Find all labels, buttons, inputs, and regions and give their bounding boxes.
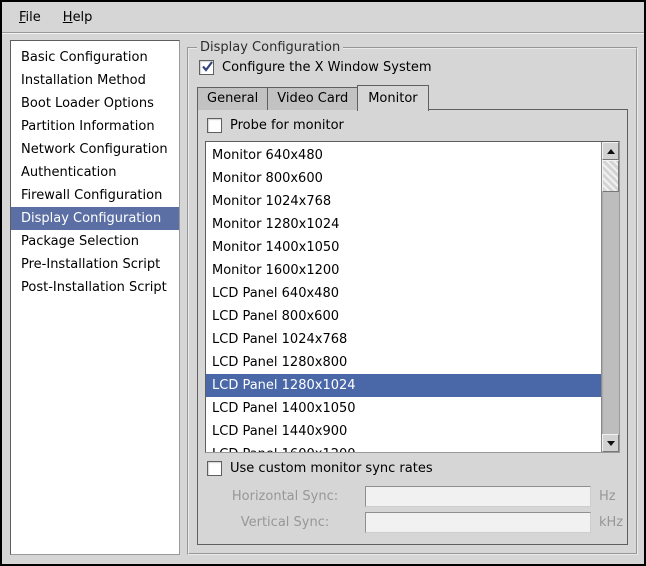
menubar: File Help [2, 2, 644, 33]
sidebar-item[interactable]: Package Selection [11, 230, 179, 253]
monitor-list-item[interactable]: LCD Panel 1600x1200 [206, 443, 601, 452]
sidebar-item[interactable]: Network Configuration [11, 138, 179, 161]
monitor-list-item[interactable]: LCD Panel 640x480 [206, 282, 601, 305]
monitor-list-item[interactable]: Monitor 1024x768 [206, 190, 601, 213]
monitor-list-item[interactable]: Monitor 1600x1200 [206, 259, 601, 282]
sidebar-item[interactable]: Installation Method [11, 69, 179, 92]
scroll-down-button[interactable] [602, 434, 619, 452]
probe-for-monitor-checkbox[interactable] [207, 118, 222, 133]
probe-for-monitor-row[interactable]: Probe for monitor [207, 118, 620, 133]
monitor-listbox: Monitor 640x480Monitor 800x600Monitor 10… [205, 141, 620, 453]
sidebar-item[interactable]: Post-Installation Script [11, 276, 179, 299]
horizontal-sync-row: Horizontal Sync: Hz [205, 484, 620, 508]
display-configuration-frame: Display Configuration Configure the X Wi… [187, 40, 638, 555]
monitor-list-item[interactable]: LCD Panel 1280x1024 [206, 374, 601, 397]
custom-sync-checkbox[interactable] [207, 461, 222, 476]
custom-sync-row[interactable]: Use custom monitor sync rates [207, 461, 620, 476]
monitor-list-item[interactable]: Monitor 1400x1050 [206, 236, 601, 259]
vertical-sync-unit: kHz [599, 515, 623, 530]
vertical-scrollbar[interactable] [601, 142, 619, 452]
monitor-list-item[interactable]: LCD Panel 1400x1050 [206, 397, 601, 420]
menu-item[interactable]: Help [56, 7, 100, 28]
monitor-list-item[interactable]: LCD Panel 1440x900 [206, 420, 601, 443]
monitor-list: Monitor 640x480Monitor 800x600Monitor 10… [206, 142, 601, 452]
configure-x-checkbox[interactable] [199, 60, 214, 75]
tab-bar: General Video Card Monitor [197, 85, 628, 110]
horizontal-sync-unit: Hz [599, 489, 616, 504]
sidebar-item[interactable]: Basic Configuration [11, 46, 179, 69]
monitor-list-item[interactable]: Monitor 800x600 [206, 167, 601, 190]
scroll-up-button[interactable] [602, 142, 619, 160]
arrow-up-icon [607, 149, 615, 154]
sidebar-item[interactable]: Authentication [11, 161, 179, 184]
monitor-list-item[interactable]: LCD Panel 1280x800 [206, 351, 601, 374]
scrollbar-track[interactable] [602, 192, 619, 434]
sidebar-item[interactable]: Firewall Configuration [11, 184, 179, 207]
arrow-down-icon [607, 441, 615, 446]
vertical-sync-row: Vertical Sync: kHz [205, 510, 620, 534]
horizontal-sync-input [365, 486, 591, 507]
tab-general[interactable]: General [197, 87, 268, 110]
vertical-sync-input [365, 512, 591, 533]
sidebar-item[interactable]: Display Configuration [11, 207, 179, 230]
horizontal-sync-label: Horizontal Sync: [205, 489, 365, 504]
tab-video-card[interactable]: Video Card [267, 87, 358, 110]
monitor-list-item[interactable]: Monitor 640x480 [206, 144, 601, 167]
main-content: Basic ConfigurationInstallation MethodBo… [2, 33, 644, 564]
tab-monitor[interactable]: Monitor [357, 85, 428, 111]
monitor-list-item[interactable]: Monitor 1280x1024 [206, 213, 601, 236]
monitor-list-item[interactable]: LCD Panel 800x600 [206, 305, 601, 328]
vertical-sync-label: Vertical Sync: [205, 515, 365, 530]
kickstart-configurator-window: File Help Basic ConfigurationInstallation… [0, 0, 646, 566]
configure-x-row[interactable]: Configure the X Window System [199, 60, 628, 75]
custom-sync-label: Use custom monitor sync rates [230, 461, 433, 476]
checkmark-icon [200, 59, 215, 74]
frame-title: Display Configuration [197, 40, 343, 55]
sidebar-item[interactable]: Partition Information [11, 115, 179, 138]
category-sidebar: Basic ConfigurationInstallation MethodBo… [10, 40, 180, 555]
scrollbar-thumb[interactable] [602, 160, 619, 192]
sidebar-item[interactable]: Pre-Installation Script [11, 253, 179, 276]
probe-for-monitor-label: Probe for monitor [230, 118, 344, 133]
sidebar-item[interactable]: Boot Loader Options [11, 92, 179, 115]
configure-x-label: Configure the X Window System [222, 60, 432, 75]
monitor-list-item[interactable]: LCD Panel 1024x768 [206, 328, 601, 351]
monitor-tab-panel: Probe for monitor Monitor 640x480Monitor… [197, 109, 628, 545]
menu-item[interactable]: File [12, 7, 48, 28]
